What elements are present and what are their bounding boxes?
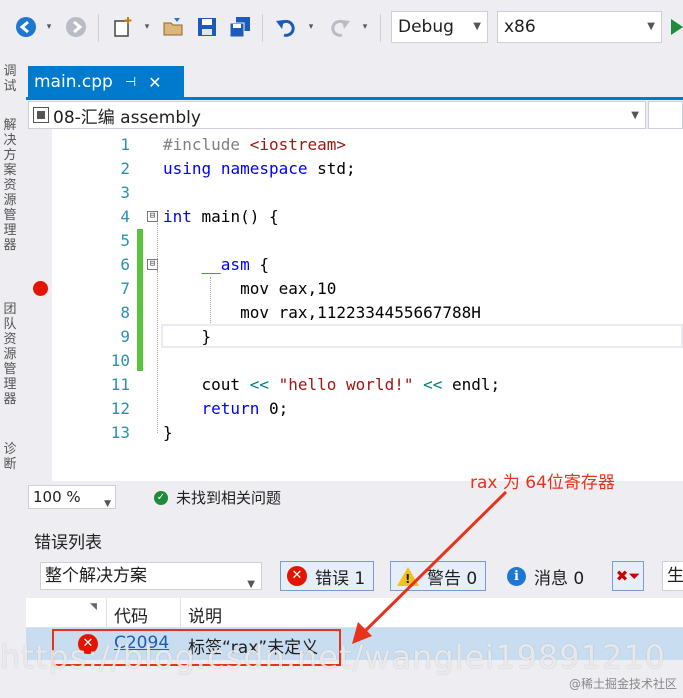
url-watermark: https://blog.csdn.net/wanglei19891210 (0, 638, 667, 676)
corner-watermark: @稀土掘金技术社区 (568, 677, 677, 691)
annotation-arrow-icon (352, 490, 508, 644)
